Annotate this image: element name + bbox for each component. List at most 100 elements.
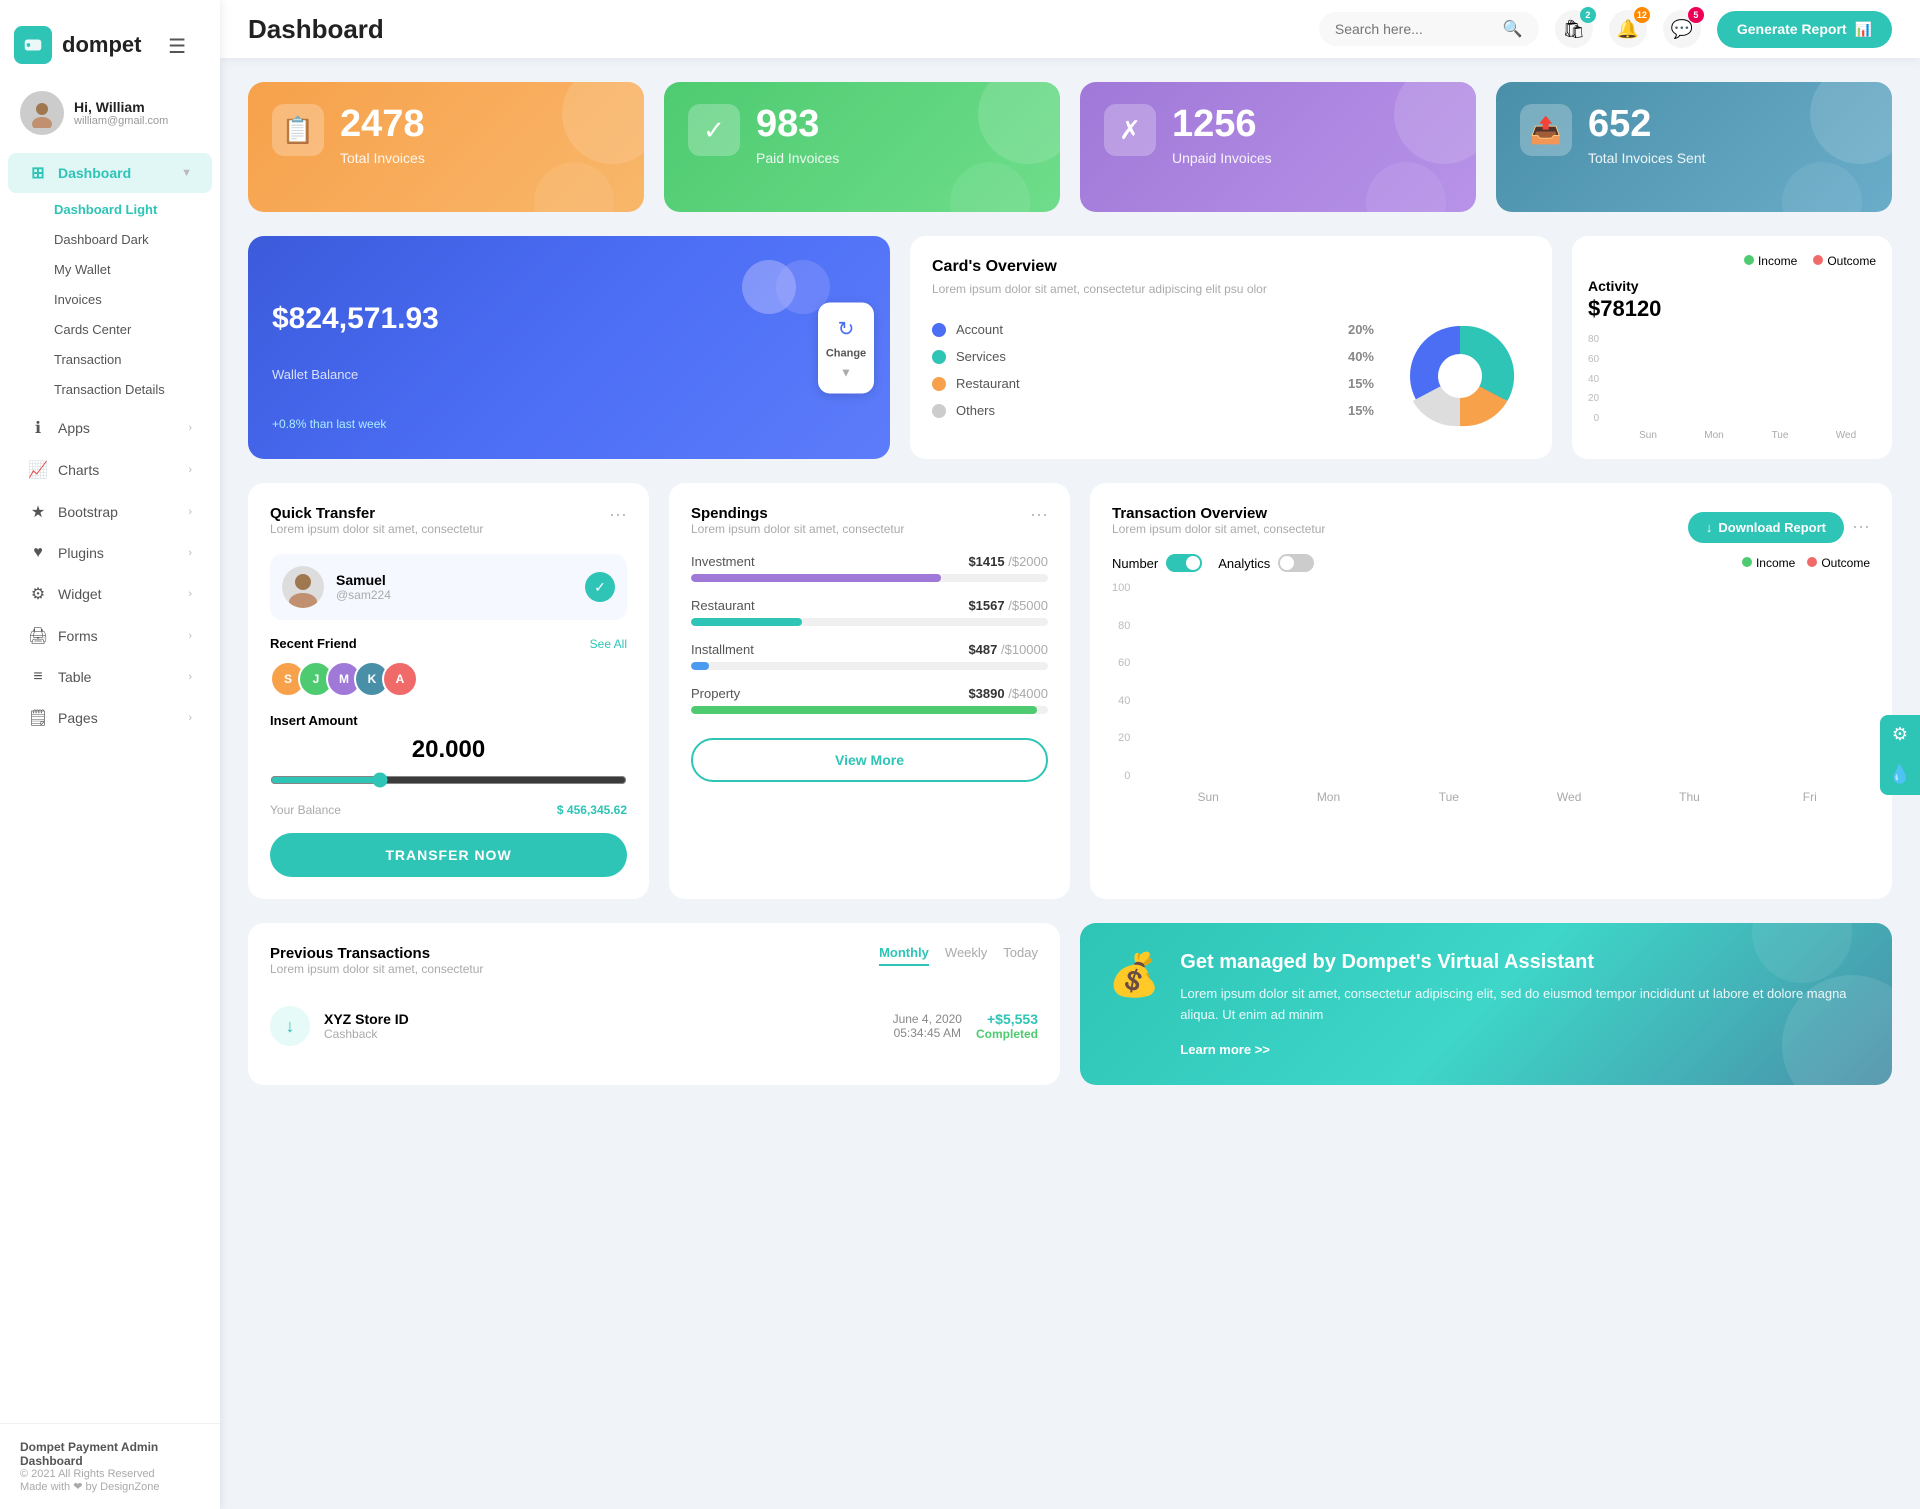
transfer-now-button[interactable]: TRANSFER NOW: [270, 833, 627, 877]
quick-transfer-more-btn[interactable]: ⋯: [609, 505, 627, 526]
tab-weekly[interactable]: Weekly: [945, 945, 987, 966]
chart-icon: 📊: [1855, 21, 1872, 38]
toggle-row: Number Analytics Income Outcome: [1112, 554, 1870, 572]
txn-more-btn[interactable]: ⋯: [1852, 517, 1870, 538]
hamburger-btn[interactable]: ☰: [148, 16, 206, 73]
stat-num-sent: 652: [1588, 104, 1706, 146]
number-toggle-group: Number: [1112, 554, 1202, 572]
co-item-account: Account 20%: [932, 322, 1374, 337]
dashboard-icon: ⊞: [28, 163, 48, 183]
txn-overview-header: Transaction Overview Lorem ipsum dolor s…: [1112, 505, 1870, 550]
sidebar-sub-dashboard-light[interactable]: Dashboard Light: [38, 195, 212, 224]
sidebar-user: Hi, William william@gmail.com: [0, 81, 220, 151]
stat-icon-sent: 📤: [1520, 104, 1572, 156]
sidebar-item-table[interactable]: ≡ Table ›: [8, 658, 212, 696]
txn-overview-title: Transaction Overview: [1112, 505, 1325, 522]
sidebar-sub-transaction-details[interactable]: Transaction Details: [38, 375, 212, 404]
wallet-card: $824,571.93 Wallet Balance +0.8% than la…: [248, 236, 890, 459]
stat-label-unpaid: Unpaid Invoices: [1172, 150, 1272, 166]
co-item-services: Services 40%: [932, 349, 1374, 364]
stat-label-sent: Total Invoices Sent: [1588, 150, 1706, 166]
big-bar-label-mon: Mon: [1268, 790, 1388, 804]
txn-tabs: Monthly Weekly Today: [879, 945, 1038, 966]
sidebar-sub-my-wallet[interactable]: My Wallet: [38, 255, 212, 284]
big-bar-label-tue: Tue: [1389, 790, 1509, 804]
sidebar-item-forms[interactable]: 🖨 Forms ›: [8, 616, 212, 656]
amount-display: 20.000: [270, 736, 627, 764]
va-learn-more-link[interactable]: Learn more >>: [1180, 1042, 1864, 1057]
view-more-button[interactable]: View More: [691, 738, 1048, 782]
income-legend-txn: Income: [1742, 556, 1795, 570]
bar-label-wed: Wed: [1816, 430, 1876, 441]
number-toggle[interactable]: [1166, 554, 1202, 572]
activity-amount: $78120: [1588, 296, 1876, 322]
sidebar-item-pages[interactable]: 🗒 Pages ›: [8, 698, 212, 738]
bell-badge: 12: [1634, 7, 1650, 23]
forms-icon: 🖨: [28, 626, 48, 646]
sidebar-item-apps[interactable]: ℹ Apps ›: [8, 408, 212, 448]
widget-icon: ⚙: [28, 584, 48, 604]
sidebar-sub-cards-center[interactable]: Cards Center: [38, 315, 212, 344]
sidebar-sub-invoices[interactable]: Invoices: [38, 285, 212, 314]
tab-monthly[interactable]: Monthly: [879, 945, 929, 966]
table-icon: ≡: [28, 668, 48, 686]
search-input[interactable]: [1335, 21, 1495, 37]
spendings-more-btn[interactable]: ⋯: [1030, 505, 1048, 526]
download-btn-label: Download Report: [1718, 520, 1826, 535]
spendings-sub: Lorem ipsum dolor sit amet, consectetur: [691, 522, 904, 536]
sidebar-sub-dashboard-dark[interactable]: Dashboard Dark: [38, 225, 212, 254]
generate-report-button[interactable]: Generate Report 📊: [1717, 11, 1892, 48]
prev-txn-title: Previous Transactions: [270, 945, 483, 962]
amount-slider[interactable]: [270, 772, 627, 788]
qt-user: Samuel @sam224 ✓: [270, 554, 627, 620]
search-bar: 🔍: [1319, 12, 1539, 46]
main-content: Dashboard 🔍 🛍 2 🔔 12 💬 5 Generate Report…: [220, 0, 1920, 1509]
bell-btn[interactable]: 🔔 12: [1609, 10, 1647, 48]
download-icon: ↓: [1706, 520, 1713, 535]
plugins-icon: ♥: [28, 544, 48, 562]
cart-btn[interactable]: 🛍 2: [1555, 10, 1593, 48]
va-icon: 💰: [1108, 951, 1160, 1000]
qt-check-icon: ✓: [585, 572, 615, 602]
sidebar-item-plugins[interactable]: ♥ Plugins ›: [8, 534, 212, 572]
logo-icon: [14, 26, 52, 64]
mid-row: $824,571.93 Wallet Balance +0.8% than la…: [248, 236, 1892, 459]
sidebar-item-bootstrap[interactable]: ★ Bootstrap ›: [8, 492, 212, 532]
stat-label-total: Total Invoices: [340, 150, 425, 166]
sp-installment: Installment $487 /$10000: [691, 642, 1048, 670]
see-all-link[interactable]: See All: [590, 637, 627, 651]
stat-card-sent: 📤 652 Total Invoices Sent: [1496, 82, 1892, 212]
download-report-button[interactable]: ↓ Download Report: [1688, 512, 1844, 543]
txn-time: 05:34:45 AM: [893, 1026, 962, 1040]
outcome-legend: Outcome: [1813, 254, 1876, 268]
chat-btn[interactable]: 💬 5: [1663, 10, 1701, 48]
income-legend: Income: [1744, 254, 1797, 268]
bootstrap-icon: ★: [28, 502, 48, 522]
pages-icon: 🗒: [28, 708, 48, 728]
previous-transactions-card: Previous Transactions Lorem ipsum dolor …: [248, 923, 1060, 1085]
card-overview: Card's Overview Lorem ipsum dolor sit am…: [910, 236, 1552, 459]
theme-sidebar-btn[interactable]: 💧: [1880, 755, 1920, 795]
sp-restaurant: Restaurant $1567 /$5000: [691, 598, 1048, 626]
sidebar-item-charts[interactable]: 📈 Charts ›: [8, 450, 212, 490]
refresh-icon: ↻: [838, 316, 855, 341]
transaction-overview-card: Transaction Overview Lorem ipsum dolor s…: [1090, 483, 1892, 899]
txn-item-xyz: ↓ XYZ Store ID Cashback June 4, 2020 05:…: [270, 1006, 1038, 1046]
analytics-label: Analytics: [1218, 556, 1270, 571]
quick-transfer-title: Quick Transfer: [270, 505, 483, 522]
tab-today[interactable]: Today: [1003, 945, 1038, 966]
wallet-change-button[interactable]: ↻ Change ▼: [818, 302, 874, 393]
sidebar-sub-transaction[interactable]: Transaction: [38, 345, 212, 374]
recent-friends-avatars: S J M K A: [270, 661, 627, 697]
big-bar-label-sun: Sun: [1148, 790, 1268, 804]
va-title: Get managed by Dompet's Virtual Assistan…: [1180, 951, 1864, 974]
sidebar-item-dashboard[interactable]: ⊞ Dashboard ▼: [8, 153, 212, 193]
co-item-others: Others 15%: [932, 403, 1374, 418]
analytics-toggle[interactable]: [1278, 554, 1314, 572]
stat-num-total: 2478: [340, 104, 425, 146]
settings-sidebar-btn[interactable]: ⚙: [1880, 715, 1920, 755]
wallet-change: +0.8% than last week: [272, 417, 866, 431]
stat-icon-paid: ✓: [688, 104, 740, 156]
sidebar-item-widget[interactable]: ⚙ Widget ›: [8, 574, 212, 614]
outcome-legend-txn: Outcome: [1807, 556, 1870, 570]
